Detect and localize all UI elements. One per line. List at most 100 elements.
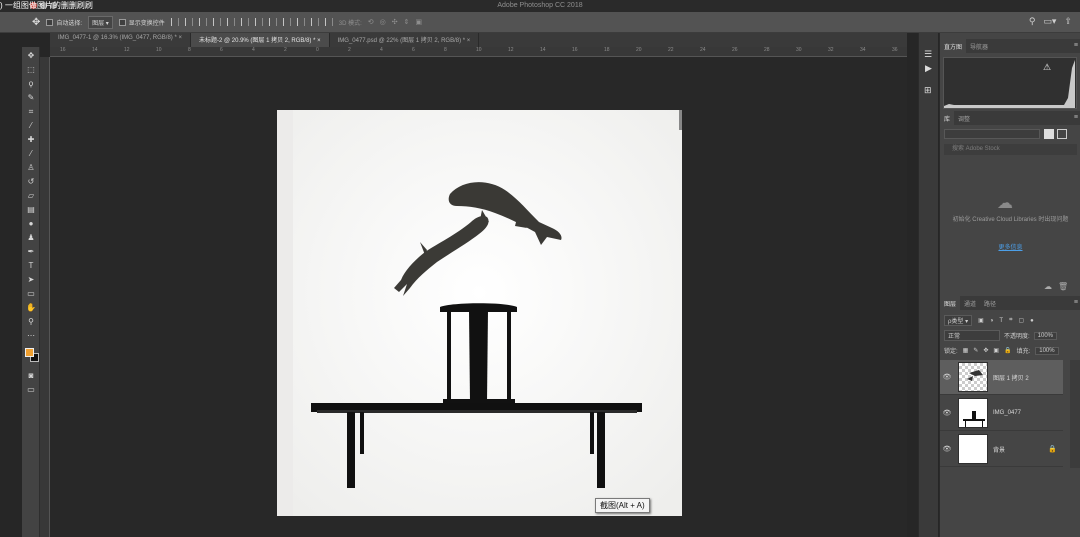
rectangle-tool-icon[interactable]: ▭ [26,289,36,299]
filter-toggle-icon[interactable]: ● [1030,318,1034,324]
distribute-left-icon[interactable] [296,18,305,26]
layer-row[interactable]: 👁 背景 🔒 [940,432,1063,467]
opacity-input[interactable]: 100% [1033,331,1058,340]
distribute-right-icon[interactable] [324,18,333,26]
properties-panel-icon[interactable]: ⊞ [924,85,932,96]
filter-shape-icon[interactable]: ⌗ [1009,317,1012,324]
lock-artboard-icon[interactable]: ▣ [993,347,999,354]
history-brush-tool-icon[interactable]: ↺ [26,177,36,187]
library-search-input[interactable]: 搜索 Adobe Stock [944,144,1077,155]
scale-3d-icon[interactable]: ▣ [416,18,423,26]
visibility-eye-icon[interactable]: 👁 [940,373,954,381]
grid-view-icon[interactable] [1044,129,1054,139]
visibility-eye-icon[interactable]: 👁 [940,409,954,417]
transform-controls-option[interactable]: 显示变换控件 [118,18,165,27]
marquee-tool-icon[interactable]: ⬚ [26,65,36,75]
tab-untitled-2[interactable]: 未标题-2 @ 20.9% (图层 1 拷贝 2, RGB/8) * × [190,33,330,47]
dodge-tool-icon[interactable]: ♟ [26,233,36,243]
tab-paths[interactable]: 路径 [980,296,1000,310]
align-vcenter-icon[interactable] [184,18,193,26]
tab-histogram[interactable]: 直方图 [940,39,967,53]
move-tool-preset-icon[interactable]: ✥ [32,17,40,28]
eraser-tool-icon[interactable]: ▱ [26,191,36,201]
title-bar: Adobe Photoshop CC 2018 ) 一组图做图片的删删刷刷 [0,0,1080,12]
distribute-hcenter-icon[interactable] [310,18,319,26]
lock-move-icon[interactable]: ✥ [983,347,988,354]
filter-smart-icon[interactable]: ▢ [1018,317,1024,324]
tab-img-0477-1[interactable]: IMG_0477-1 @ 16.3% (IMG_0477, RGB/8) * × [50,33,191,47]
filter-type-icon[interactable]: T [999,318,1003,324]
clone-stamp-tool-icon[interactable]: ♙ [26,163,36,173]
panel-menu-icon[interactable]: ≡ [1074,42,1078,49]
brush-tool-icon[interactable]: ⁄ [26,149,36,159]
document-canvas[interactable] [277,110,682,516]
actions-panel-icon[interactable]: ▶ [925,63,932,74]
list-view-icon[interactable] [1057,129,1067,139]
align-top-icon[interactable] [170,18,179,26]
align-left-icon[interactable] [212,18,221,26]
tab-libraries[interactable]: 库 [940,111,955,125]
hand-tool-icon[interactable]: ✋ [26,303,36,313]
ruler-tick-label: 28 [764,47,770,53]
distribute-bottom-icon[interactable] [282,18,291,26]
crop-tool-icon[interactable]: ⌗ [26,107,36,117]
transform-controls-checkbox[interactable] [118,18,126,26]
cc-more-info-link[interactable]: 更多信息 [940,242,1080,251]
blend-mode-select[interactable]: 正常 [944,330,1000,341]
type-tool-icon[interactable]: T [26,261,36,271]
pen-tool-icon[interactable]: ✒ [26,247,36,257]
share-icon[interactable]: ⇪ [1064,16,1072,27]
align-hcenter-icon[interactable] [226,18,235,26]
auto-select-dropdown[interactable]: 图层 ▾ [88,15,113,29]
layer-kind-filter[interactable]: ρ类型 ▾ [944,315,973,326]
auto-select-option[interactable]: 自动选择: [46,18,82,27]
filter-adjust-icon[interactable]: ◑ [990,318,994,324]
lock-all-icon[interactable]: 🔒 [1004,347,1011,354]
foreground-color-swatch[interactable] [25,348,34,357]
more-tools-icon[interactable]: ⋯ [26,331,36,341]
lock-paint-icon[interactable]: ✎ [973,347,978,354]
layers-scrollbar[interactable] [1070,360,1080,468]
lasso-tool-icon[interactable]: ϙ [26,79,36,89]
orbit-3d-icon[interactable]: ⟲ [368,18,374,26]
align-bottom-icon[interactable] [198,18,207,26]
zoom-tool-icon[interactable]: ⚲ [26,317,36,327]
layer-name: 背景 [993,447,1006,454]
library-select[interactable] [944,129,1040,139]
path-select-tool-icon[interactable]: ➤ [26,275,36,285]
lock-transparent-icon[interactable]: ▦ [963,347,969,354]
tab-navigator[interactable]: 导航器 [966,39,992,53]
drag-3d-icon[interactable]: ✣ [392,18,398,26]
screen-mode-icon[interactable]: ▭ [26,385,36,395]
history-panel-icon[interactable]: ☰ [924,49,932,60]
fill-input[interactable]: 100% [1035,346,1059,355]
eyedropper-tool-icon[interactable]: ⁄ [26,121,36,131]
panel-menu-icon[interactable]: ≡ [1074,114,1078,121]
layer-row[interactable]: 👁 图层 1 拷贝 2 [940,360,1063,395]
layer-row[interactable]: 👁 IMG_0477 [940,396,1063,431]
workspace-icon[interactable]: ▭▾ [1043,16,1056,27]
library-cloud-icon[interactable]: ☁ [1044,282,1052,291]
visibility-eye-icon[interactable]: 👁 [940,445,954,453]
quick-mask-icon[interactable]: ◙ [26,371,36,381]
tab-layers[interactable]: 图层 [940,296,961,310]
move-tool-icon[interactable]: ✥ [26,51,36,61]
distribute-top-icon[interactable] [254,18,263,26]
quick-select-tool-icon[interactable]: ✎ [26,93,36,103]
panel-menu-icon[interactable]: ≡ [1074,299,1078,306]
tab-img-0477-psd[interactable]: IMG_0477.psd @ 22% (图层 1 拷贝 2, RGB/8) * … [330,33,480,47]
distribute-vcenter-icon[interactable] [268,18,277,26]
slide-3d-icon[interactable]: ⇕ [404,18,410,26]
tab-adjustments[interactable]: 调整 [954,111,974,125]
tab-channels[interactable]: 通道 [960,296,980,310]
roll-3d-icon[interactable]: ◎ [380,18,386,26]
auto-select-checkbox[interactable] [46,18,54,26]
align-right-icon[interactable] [240,18,249,26]
search-icon[interactable]: ⚲ [1029,16,1036,27]
library-delete-icon[interactable]: 🗑 [1058,282,1068,291]
healing-brush-tool-icon[interactable]: ✚ [26,135,36,145]
blur-tool-icon[interactable]: ● [26,219,36,229]
gradient-tool-icon[interactable]: ▤ [26,205,36,215]
fill-value: 100% [1039,347,1055,354]
filter-pixel-icon[interactable]: ▣ [978,317,984,324]
